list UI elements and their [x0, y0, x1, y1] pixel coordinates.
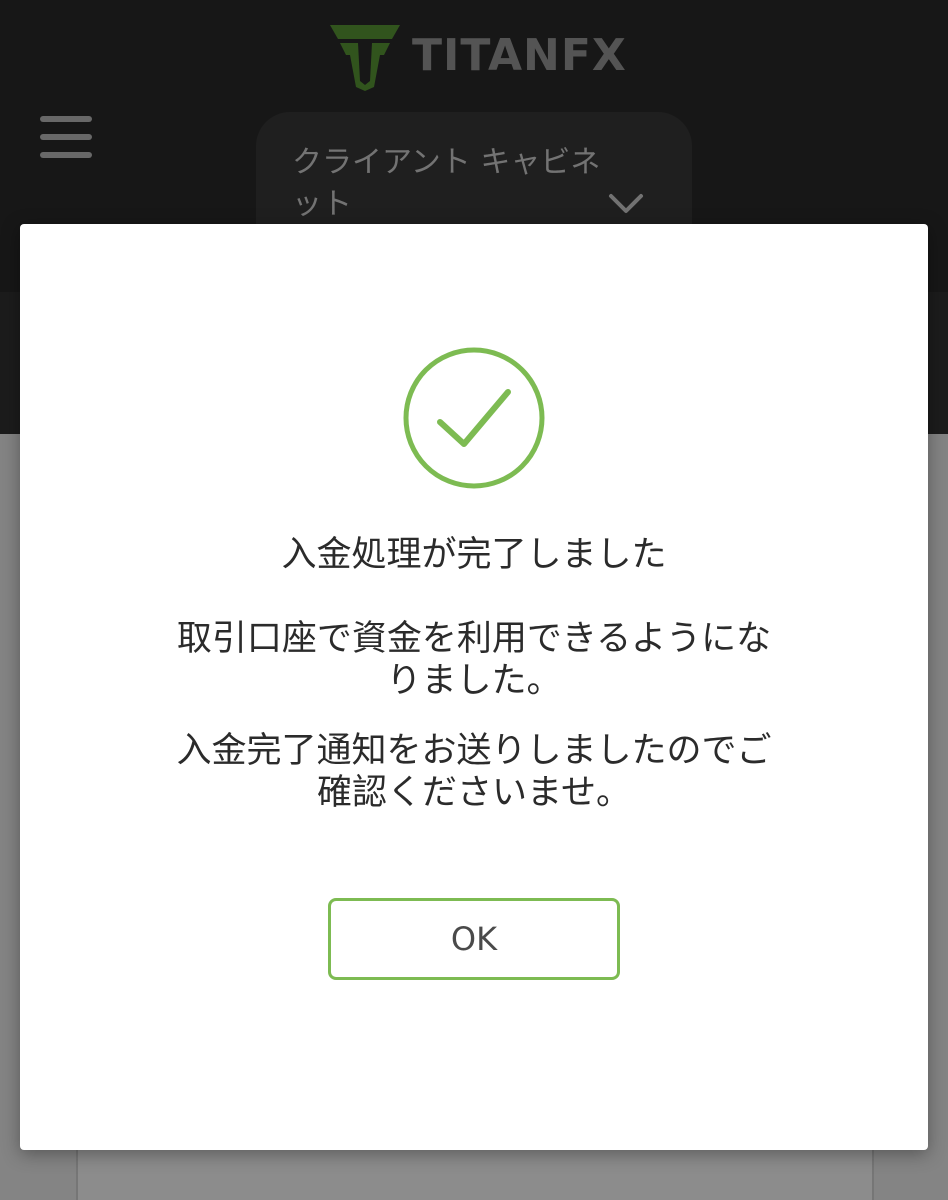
dialog-title: 入金処理が完了しました [281, 535, 667, 575]
check-circle-icon [403, 347, 545, 489]
ok-button[interactable]: OK [328, 898, 620, 980]
dialog-message-funds-available: 取引口座で資金を利用できるようになりました。 [176, 619, 772, 701]
dialog-message-notification-sent: 入金完了通知をお送りしましたのでご確認くださいませ。 [176, 731, 772, 813]
deposit-complete-dialog: 入金処理が完了しました 取引口座で資金を利用できるようになりました。 入金完了通… [20, 224, 928, 1150]
